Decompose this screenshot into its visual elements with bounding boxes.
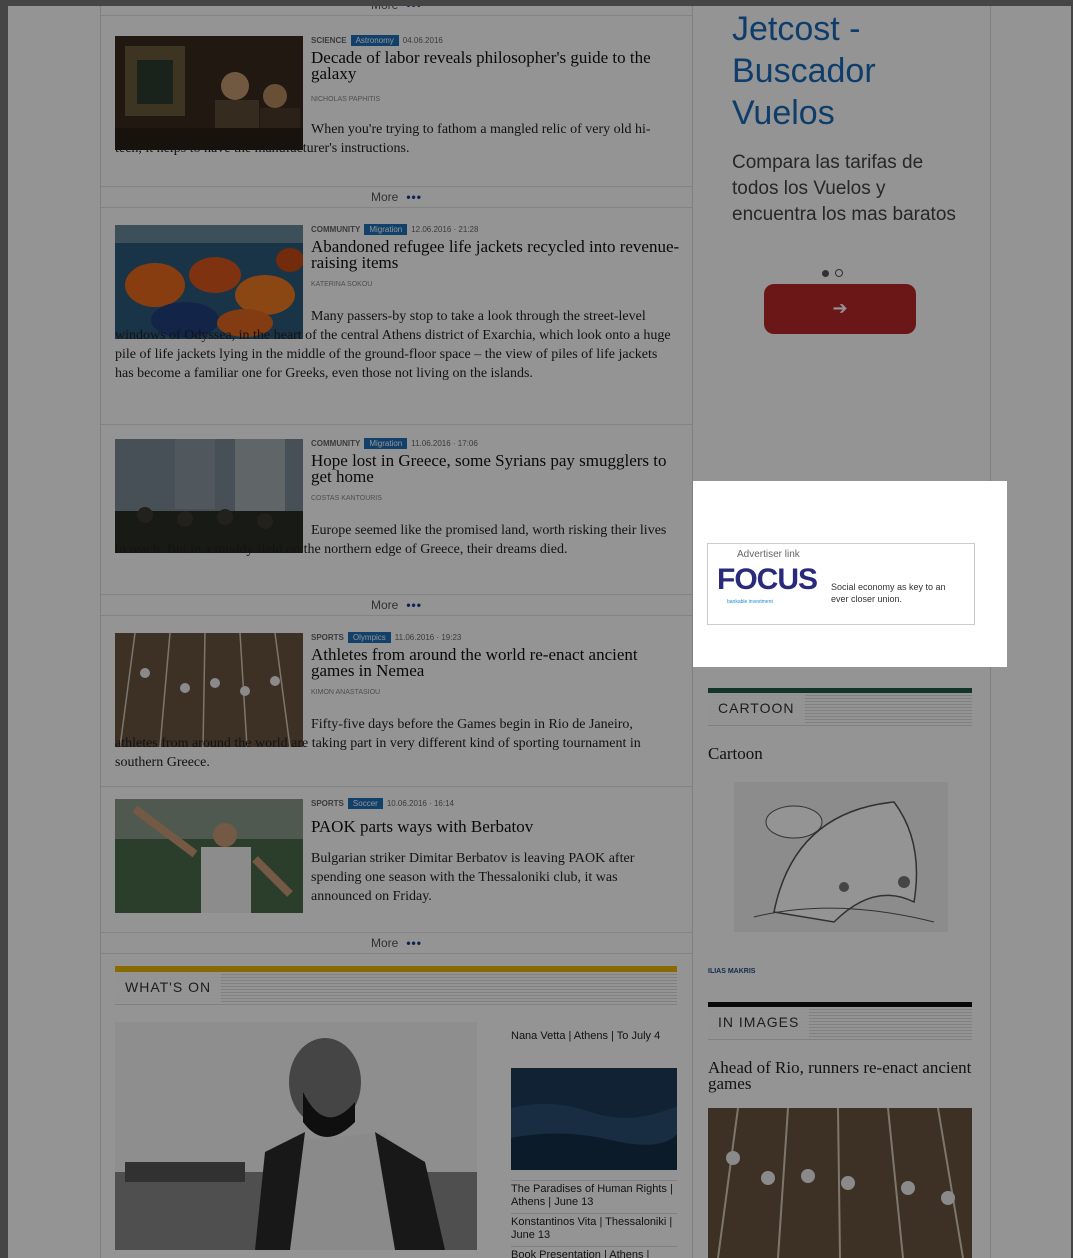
article-tag[interactable]: Migration xyxy=(364,438,408,449)
article-date: 11.06.2016 · 19:23 xyxy=(394,633,462,642)
whats-on-featured-image[interactable] xyxy=(115,1022,477,1250)
article-section[interactable]: SCIENCE xyxy=(311,36,347,45)
article-date: 12.06.2016 · 21:28 xyxy=(411,225,479,234)
article-summary: Many passers-by stop to take a look thro… xyxy=(115,309,671,381)
more-link[interactable]: More ••• xyxy=(101,186,692,208)
article-headline[interactable]: Abandoned refugee life jackets recycled … xyxy=(311,238,681,271)
whats-on-header: WHAT'S ON xyxy=(115,972,677,1006)
more-dots-icon: ••• xyxy=(406,190,422,204)
more-dots-icon: ••• xyxy=(406,936,422,950)
article-meta: SCIENCE Astronomy 04.06.2016 xyxy=(311,35,443,46)
article-headline[interactable]: Hope lost in Greece, some Syrians pay sm… xyxy=(311,452,681,485)
article-summary: Europe seemed like the promised land, wo… xyxy=(115,523,667,557)
article-tag[interactable]: Olympics xyxy=(347,632,391,643)
whats-on-item[interactable]: The Paradises of Human Rights | Athens |… xyxy=(511,1180,677,1209)
article-byline: KIMON ANASTASIOU xyxy=(311,689,381,696)
article-section[interactable]: COMMUNITY xyxy=(311,225,360,234)
whats-on-item[interactable]: Book Presentation | Athens | xyxy=(511,1246,677,1258)
article-byline: NICHOLAS PAPHITIS xyxy=(311,96,381,103)
article-section[interactable]: COMMUNITY xyxy=(311,439,360,448)
whats-on-title[interactable]: WHAT'S ON xyxy=(115,972,222,1002)
divider xyxy=(101,786,692,787)
in-images-photo[interactable] xyxy=(708,1108,972,1258)
article-tag[interactable]: Soccer xyxy=(347,798,383,809)
more-dots-icon: ••• xyxy=(406,6,422,12)
more-label: More xyxy=(371,598,399,612)
more-link[interactable]: More ••• xyxy=(101,594,692,616)
article-date: 10.06.2016 · 16:14 xyxy=(386,799,454,808)
focus-brand: FOCUS xyxy=(717,563,818,596)
article-byline: KATERINA SOKOU xyxy=(311,281,373,288)
article-headline[interactable]: Athletes from around the world re-enact … xyxy=(311,646,681,679)
article-meta: COMMUNITY Migration 11.06.2016 · 17:06 xyxy=(311,438,478,449)
article-meta: SPORTS Olympics 11.06.2016 · 19:23 xyxy=(311,632,462,643)
article-section[interactable]: SPORTS xyxy=(311,799,344,808)
main-column: More ••• SCIENCEAstronomy04.06.2016 Decad… xyxy=(100,6,693,1258)
more-label: More xyxy=(371,190,399,204)
ad-description: Compara las tarifas de todos los Vuelos … xyxy=(732,152,956,225)
article-headline[interactable]: PAOK parts ways with Berbatov xyxy=(311,818,681,835)
more-dots-icon: ••• xyxy=(406,598,422,612)
article-tag[interactable]: Astronomy xyxy=(350,35,399,46)
in-images-header: IN IMAGES xyxy=(708,1007,972,1041)
in-images-title[interactable]: Ahead of Rio, runners re-enact ancient g… xyxy=(708,1059,972,1092)
article-item[interactable]: SPORTS Olympics 11.06.2016 · 19:23 Athlete… xyxy=(115,632,677,783)
whats-on-item[interactable]: Konstantinos Vita | Thessaloniki | June … xyxy=(511,1213,677,1242)
whats-on-item[interactable]: Nana Vetta | Athens | To July 4 xyxy=(511,1030,677,1043)
article-byline: COSTAS KANTOURIS xyxy=(311,495,382,502)
article-meta: COMMUNITY Migration 12.06.2016 · 21:28 xyxy=(311,224,479,235)
cartoon-header: CARTOON xyxy=(708,693,972,727)
article-item[interactable]: COMMUNITY Migration 12.06.2016 · 21:28 Aba… xyxy=(115,224,679,415)
cartoon-image[interactable] xyxy=(734,782,948,932)
article-item[interactable]: COMMUNITY Migration 11.06.2016 · 17:06 Hop… xyxy=(115,438,677,589)
ad-arrow-button[interactable]: ➔ xyxy=(764,284,916,334)
more-label: More xyxy=(371,936,399,950)
advertiser-text: Social economy as key to an ever closer … xyxy=(831,582,946,604)
pager-dot-active[interactable] xyxy=(822,270,829,277)
cartoon-header-title[interactable]: CARTOON xyxy=(708,693,805,723)
in-images-header-title[interactable]: IN IMAGES xyxy=(708,1007,810,1037)
article-summary: Bulgarian striker Dimitar Berbatov is le… xyxy=(311,851,635,904)
article-item[interactable]: SPORTS Soccer 10.06.2016 · 16:14 PAOK part… xyxy=(115,798,677,919)
cartoon-credit[interactable]: ILIAS MAKRIS xyxy=(708,968,755,975)
article-date: 04.06.2016 xyxy=(402,36,443,45)
advertiser-label: Advertiser link xyxy=(733,549,804,560)
article-headline[interactable]: Decade of labor reveals philosopher's gu… xyxy=(311,49,681,82)
arrow-right-icon: ➔ xyxy=(832,298,848,319)
article-date: 11.06.2016 · 17:06 xyxy=(411,439,478,448)
ad-pager xyxy=(822,264,843,282)
whats-on-item-image[interactable] xyxy=(511,1068,677,1170)
article-summary: When you're trying to fathom a mangled r… xyxy=(115,122,651,156)
article-thumbnail[interactable] xyxy=(115,799,303,913)
pager-dot[interactable] xyxy=(835,269,843,277)
more-link-top[interactable]: More ••• xyxy=(101,6,692,16)
focus-logo[interactable]: FOCUS xyxy=(717,563,818,597)
article-item[interactable]: SCIENCE Astronomy 04.06.2016 Decade of lab… xyxy=(115,35,677,188)
article-tag[interactable]: Migration xyxy=(364,224,408,235)
ad-title[interactable]: Jetcost - Buscador Vuelos xyxy=(732,8,962,134)
divider xyxy=(101,424,692,425)
article-meta: SPORTS Soccer 10.06.2016 · 16:14 xyxy=(311,798,454,809)
more-link[interactable]: More ••• xyxy=(101,932,692,954)
advertiser-link-box[interactable]: Advertiser link FOCUS bankable investmen… xyxy=(693,481,1007,667)
article-summary: Fifty-five days before the Games begin i… xyxy=(115,717,641,770)
cartoon-title[interactable]: Cartoon xyxy=(708,744,763,764)
more-label: More xyxy=(371,6,398,12)
focus-subtitle: bankable investment xyxy=(727,599,773,605)
article-section[interactable]: SPORTS xyxy=(311,633,344,642)
